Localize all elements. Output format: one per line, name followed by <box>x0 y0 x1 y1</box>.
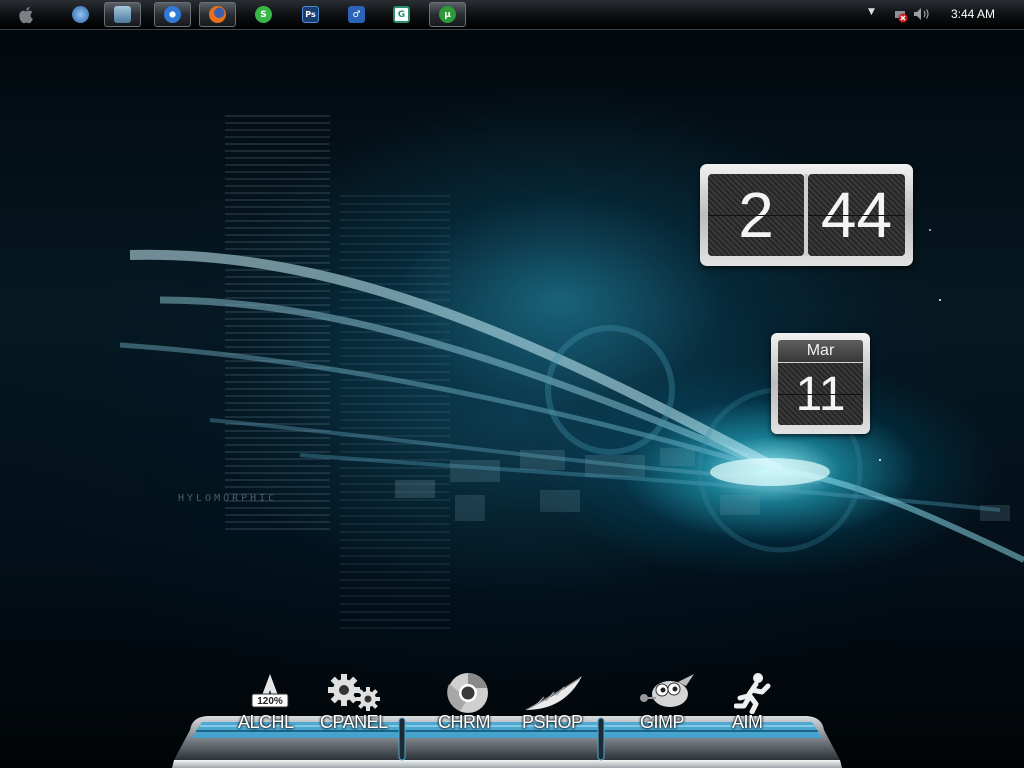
aim-runner-icon <box>734 673 771 714</box>
chrome-icon <box>447 673 488 713</box>
g-icon: G <box>393 6 410 23</box>
calendar-widget[interactable]: Mar 11 <box>771 333 870 434</box>
feather-icon <box>525 676 582 711</box>
flip-clock-hour: 2 <box>708 174 804 256</box>
volume-icon[interactable] <box>913 7 933 21</box>
dock-item-alchl[interactable]: 120% ALCHL <box>232 672 308 734</box>
desktop-wallpaper: HYLOMORPHIC <box>0 0 1024 768</box>
dock-item-gimp[interactable]: GIMP <box>632 672 702 734</box>
taskbar-button-utorrent[interactable]: µ <box>429 2 466 27</box>
alcohol-badge: 120% <box>257 696 283 707</box>
dock-label-pshop: PSHOP <box>522 712 583 732</box>
chrome-icon <box>164 6 181 23</box>
gimp-icon <box>640 674 694 707</box>
dock-item-chrm[interactable]: CHRM <box>434 672 504 734</box>
taskbar-button-app-g[interactable]: G <box>383 2 420 27</box>
wallpaper-label: HYLOMORPHIC <box>178 493 278 504</box>
tray-arrow-icon[interactable]: ▼ <box>868 7 875 17</box>
taskbar-button-quicklaunch-explorer[interactable] <box>104 2 141 27</box>
flip-clock-minute: 44 <box>808 174 905 256</box>
gears-icon <box>328 674 380 711</box>
apple-icon[interactable] <box>16 5 38 25</box>
dock-item-cpanel[interactable]: CPANEL <box>316 672 396 734</box>
dock-label-gimp: GIMP <box>640 712 685 732</box>
wallpaper-text-column <box>340 195 450 635</box>
taskbar-button-app-s[interactable]: S <box>245 2 282 27</box>
taskbar-button-chrome[interactable] <box>154 2 191 27</box>
taskbar-button-photoshop[interactable]: Ps <box>292 2 329 27</box>
calendar-month: Mar <box>778 340 863 362</box>
globe-icon <box>72 6 89 23</box>
taskbar-clock[interactable]: 3:44 AM <box>951 7 995 21</box>
dock-label-cpanel: CPANEL <box>320 712 388 732</box>
taskbar-button-quicklaunch-browser[interactable] <box>62 2 99 27</box>
alcohol-icon: 120% <box>251 674 289 708</box>
dock-label-alchl: ALCHL <box>238 712 294 732</box>
dock-item-pshop[interactable]: PSHOP <box>518 672 594 734</box>
taskbar: S Ps ♂ G µ ▼ 3:44 AM <box>0 0 1024 30</box>
firefox-icon <box>209 6 226 23</box>
dock-label-chrm: CHRM <box>438 712 491 732</box>
network-error-icon[interactable] <box>894 9 908 23</box>
wallpaper-text-column <box>225 115 330 535</box>
calendar-day: 11 <box>778 363 863 425</box>
taskbar-button-firefox[interactable] <box>199 2 236 27</box>
s-icon: S <box>255 6 272 23</box>
taskbar-button-app-runner[interactable]: ♂ <box>338 2 375 27</box>
dock-label-aim: AIM <box>732 712 763 732</box>
flip-clock-widget[interactable]: 2 44 <box>700 164 913 266</box>
folder-icon <box>114 6 131 23</box>
utorrent-icon: µ <box>439 6 456 23</box>
runner-icon: ♂ <box>348 6 365 23</box>
photoshop-icon: Ps <box>302 6 319 23</box>
dock-item-aim[interactable]: AIM <box>728 672 780 734</box>
wallpaper-swirl <box>119 229 1024 563</box>
